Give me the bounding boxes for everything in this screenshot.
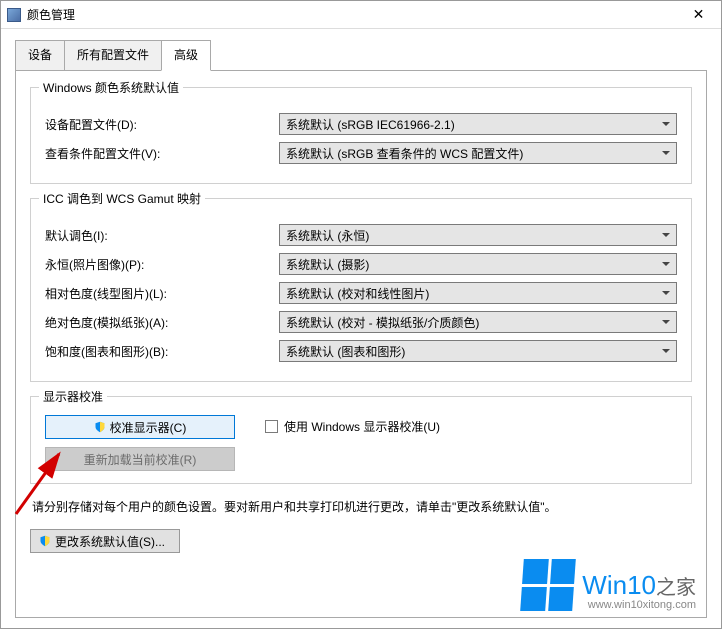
use-windows-calibration-checkbox[interactable]: 使用 Windows 显示器校准(U) (265, 415, 440, 435)
app-icon (7, 8, 21, 22)
hint-text: 请分别存储对每个用户的颜色设置。要对新用户和共享打印机进行更改，请单击"更改系统… (32, 498, 690, 515)
color-management-window: 颜色管理 ✕ 设备 所有配置文件 高级 Windows 颜色系统默认值 设备配置… (0, 0, 722, 629)
viewing-conditions-dropdown[interactable]: 系统默认 (sRGB 查看条件的 WCS 配置文件) (279, 142, 677, 164)
device-profile-label: 设备配置文件(D): (45, 116, 279, 133)
window-title: 颜色管理 (27, 6, 75, 23)
chevron-down-icon (662, 320, 670, 324)
group-icc-wcs-gamut: ICC 调色到 WCS Gamut 映射 默认调色(I): 系统默认 (永恒) … (30, 198, 692, 382)
tab-advanced[interactable]: 高级 (161, 40, 211, 71)
tab-content-advanced: Windows 颜色系统默认值 设备配置文件(D): 系统默认 (sRGB IE… (15, 70, 707, 618)
default-intent-dropdown[interactable]: 系统默认 (永恒) (279, 224, 677, 246)
viewing-conditions-label: 查看条件配置文件(V): (45, 145, 279, 162)
change-system-defaults-button[interactable]: 更改系统默认值(S)... (30, 529, 180, 553)
perceptual-label: 永恒(照片图像)(P): (45, 256, 279, 273)
watermark: Win10之家 www.win10xitong.com (522, 559, 696, 611)
default-intent-label: 默认调色(I): (45, 227, 279, 244)
chevron-down-icon (662, 262, 670, 266)
checkbox-icon (265, 420, 278, 433)
perceptual-dropdown[interactable]: 系统默认 (摄影) (279, 253, 677, 275)
device-profile-dropdown[interactable]: 系统默认 (sRGB IEC61966-2.1) (279, 113, 677, 135)
absolute-colorimetric-dropdown[interactable]: 系统默认 (校对 - 模拟纸张/介质颜色) (279, 311, 677, 333)
calibrate-display-button[interactable]: 校准显示器(C) (45, 415, 235, 439)
saturation-label: 饱和度(图表和图形)(B): (45, 343, 279, 360)
calibrate-display-label: 校准显示器(C) (110, 419, 187, 436)
close-icon: ✕ (693, 6, 705, 23)
saturation-value: 系统默认 (图表和图形) (286, 343, 670, 360)
absolute-colorimetric-value: 系统默认 (校对 - 模拟纸张/介质颜色) (286, 314, 670, 331)
titlebar: 颜色管理 ✕ (1, 1, 721, 29)
group-label-gamut: ICC 调色到 WCS Gamut 映射 (39, 190, 205, 207)
group-windows-color-defaults: Windows 颜色系统默认值 设备配置文件(D): 系统默认 (sRGB IE… (30, 87, 692, 184)
chevron-down-icon (662, 291, 670, 295)
use-windows-calibration-label: 使用 Windows 显示器校准(U) (284, 418, 440, 435)
change-system-defaults-label: 更改系统默认值(S)... (55, 533, 165, 550)
chevron-down-icon (662, 349, 670, 353)
tab-all-profiles[interactable]: 所有配置文件 (64, 40, 162, 71)
reload-calibration-label: 重新加载当前校准(R) (84, 451, 197, 468)
close-button[interactable]: ✕ (676, 1, 721, 29)
absolute-colorimetric-label: 绝对色度(模拟纸张)(A): (45, 314, 279, 331)
chevron-down-icon (662, 233, 670, 237)
reload-calibration-button: 重新加载当前校准(R) (45, 447, 235, 471)
relative-colorimetric-dropdown[interactable]: 系统默认 (校对和线性图片) (279, 282, 677, 304)
relative-colorimetric-value: 系统默认 (校对和线性图片) (286, 285, 670, 302)
viewing-conditions-value: 系统默认 (sRGB 查看条件的 WCS 配置文件) (286, 145, 670, 162)
watermark-sub: 之家 (656, 577, 696, 599)
group-label-defaults: Windows 颜色系统默认值 (39, 79, 183, 96)
perceptual-value: 系统默认 (摄影) (286, 256, 670, 273)
tab-strip: 设备 所有配置文件 高级 (15, 39, 707, 70)
group-label-calibration: 显示器校准 (39, 388, 107, 405)
shield-icon (39, 535, 51, 547)
watermark-main: Win10 (582, 570, 656, 600)
chevron-down-icon (662, 151, 670, 155)
saturation-dropdown[interactable]: 系统默认 (图表和图形) (279, 340, 677, 362)
watermark-url: www.win10xitong.com (582, 600, 696, 611)
default-intent-value: 系统默认 (永恒) (286, 227, 670, 244)
tab-devices[interactable]: 设备 (15, 40, 65, 71)
device-profile-value: 系统默认 (sRGB IEC61966-2.1) (286, 116, 670, 133)
shield-icon (94, 421, 106, 433)
chevron-down-icon (662, 122, 670, 126)
windows-logo-icon (520, 559, 576, 611)
group-display-calibration: 显示器校准 校准显示器(C) 重新加载当前校准(R) (30, 396, 692, 484)
relative-colorimetric-label: 相对色度(线型图片)(L): (45, 285, 279, 302)
